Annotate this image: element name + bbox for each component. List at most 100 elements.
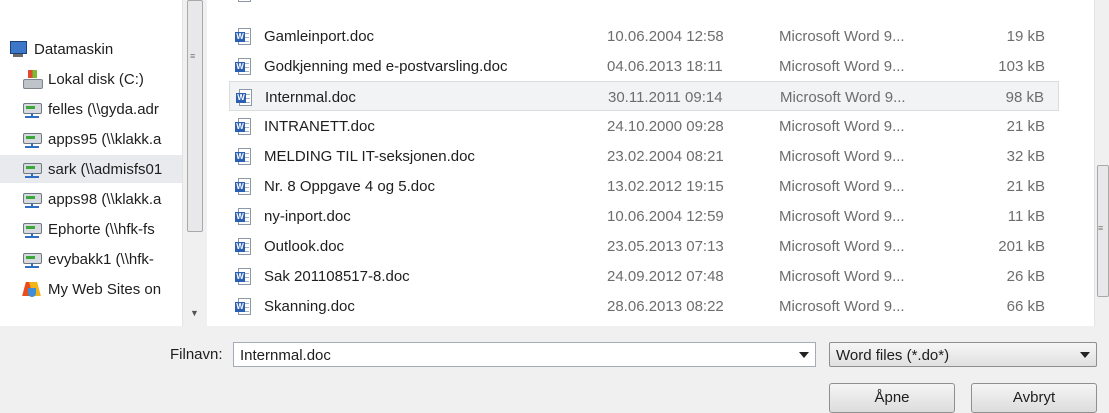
file-name: INTRANETT.doc <box>264 118 375 135</box>
file-type: Microsoft Word 9... <box>779 238 905 255</box>
word-document-icon: W <box>235 238 251 256</box>
local-disk-icon <box>22 70 43 89</box>
nav-item[interactable]: evybakk1 (\\hfk- <box>0 245 182 273</box>
nav-item[interactable]: Lokal disk (C:) <box>0 65 182 93</box>
file-browser-pane: Datamaskin Lokal disk (C:) felles (\\gyda.… <box>0 0 1109 326</box>
file-date: 10.06.2004 12:59 <box>607 208 724 225</box>
file-name: Internmal.doc <box>265 89 356 106</box>
file-date: 23.02.2004 08:21 <box>607 148 724 165</box>
table-row-partial[interactable]: W <box>229 0 1059 8</box>
table-row[interactable]: W Godkjenning med e-postvarsling.doc 04.06… <box>229 51 1059 81</box>
nav-item-label: felles (\\gyda.adr <box>48 100 159 118</box>
file-type: Microsoft Word 9... <box>779 58 905 75</box>
file-name: Sak 201108517-8.doc <box>264 268 410 285</box>
file-date: 04.06.2013 18:11 <box>607 58 723 75</box>
file-size: 19 kB <box>1006 28 1045 45</box>
word-document-icon: W <box>235 208 251 226</box>
nav-item[interactable]: My Web Sites on <box>0 275 182 303</box>
nav-item-label: sark (\\admisfs01 <box>48 160 163 178</box>
file-type: Microsoft Word 9... <box>779 148 905 165</box>
cancel-button[interactable]: Avbryt <box>971 383 1097 413</box>
file-list-scrollbar[interactable]: ≡ <box>1094 0 1109 326</box>
file-type: Microsoft Word 9... <box>779 268 905 285</box>
file-name: Skanning.doc <box>264 298 355 315</box>
file-date: 28.06.2013 08:22 <box>607 298 724 315</box>
table-row[interactable]: W INTRANETT.doc 24.10.2000 09:28 Microsoft … <box>229 111 1059 141</box>
file-name: MELDING TIL IT-seksjonen.doc <box>264 148 475 165</box>
chevron-down-icon[interactable] <box>1080 352 1090 358</box>
file-list: WWGamleinport.doc10.06.2004 12:58Microso… <box>209 0 1094 326</box>
nav-item[interactable]: felles (\\gyda.adr <box>0 95 182 123</box>
filename-input[interactable]: Internmal.doc <box>240 347 331 364</box>
table-row[interactable]: W Nr. 8 Oppgave 4 og 5.doc 13.02.2012 19:1… <box>229 171 1059 201</box>
table-row[interactable]: W Skanning.doc 28.06.2013 08:22 Microsoft W… <box>229 291 1059 321</box>
file-size: 201 kB <box>998 238 1045 255</box>
nav-item-label: apps95 (\\klakk.a <box>48 130 162 148</box>
network-drive-icon <box>22 190 42 208</box>
file-size: 98 kB <box>1005 89 1044 106</box>
nav-item-label: apps98 (\\klakk.a <box>48 190 162 208</box>
file-date: 24.10.2000 09:28 <box>607 118 724 135</box>
file-date: 23.05.2013 07:13 <box>607 238 724 255</box>
word-document-icon: W <box>235 0 251 3</box>
nav-scrollbar-thumb[interactable] <box>187 0 203 232</box>
file-size: 21 kB <box>1006 118 1045 135</box>
file-type: Microsoft Word 9... <box>779 298 905 315</box>
file-type: Microsoft Word 9... <box>779 118 905 135</box>
nav-item-label: Datamaskin <box>34 40 114 58</box>
table-row[interactable]: Wny-inport.doc 10.06.2004 12:59 Microsoft … <box>229 201 1059 231</box>
filetype-select[interactable]: Word files (*.do*) <box>829 342 1097 367</box>
file-size: 21 kB <box>1006 178 1045 195</box>
word-document-icon: W <box>235 118 251 136</box>
file-type: Microsoft Word 9... <box>780 89 906 106</box>
open-button[interactable]: Åpne <box>829 383 955 413</box>
table-row[interactable]: W MELDING TIL IT-seksjonen.doc 23.02.2004 … <box>229 141 1059 171</box>
network-drive-icon <box>22 220 42 238</box>
filename-combobox[interactable]: Internmal.doc <box>233 342 816 367</box>
network-drive-icon <box>22 250 42 268</box>
filetype-value: Word files (*.do*) <box>836 347 950 364</box>
file-name: Gamleinport.doc <box>264 28 375 45</box>
scroll-down-arrow-icon[interactable]: ▼ <box>190 308 199 318</box>
word-document-icon: W <box>235 178 251 196</box>
network-drive-icon <box>22 100 42 118</box>
file-size: 103 kB <box>998 58 1045 75</box>
table-row[interactable]: W Sak 201108517-8.doc 24.09.2012 07:48 Micr… <box>229 261 1059 291</box>
table-row[interactable]: W Outlook.doc 23.05.2013 07:13 Microsoft Wo… <box>229 231 1059 261</box>
nav-item[interactable]: Ephorte (\\hfk-fs <box>0 215 182 243</box>
computer-icon <box>8 40 28 58</box>
nav-item-label: evybakk1 (\\hfk- <box>48 250 154 268</box>
file-date: 13.02.2012 19:15 <box>607 178 724 195</box>
file-size: 11 kB <box>1007 208 1045 225</box>
network-drive-icon <box>22 160 42 178</box>
file-size: 66 kB <box>1006 298 1045 315</box>
file-size: 32 kB <box>1006 148 1045 165</box>
word-document-icon: W <box>235 28 251 46</box>
network-drive-icon <box>22 130 42 148</box>
nav-item[interactable]: apps98 (\\klakk.a <box>0 185 182 213</box>
file-name: Godkjenning med e-postvarsling.doc <box>264 58 508 75</box>
word-document-icon: W <box>235 268 251 286</box>
file-type: Microsoft Word 9... <box>779 208 905 225</box>
table-row[interactable]: W Internmal.doc 30.11.2011 09:14 Microsoft … <box>229 81 1059 111</box>
file-date: 30.11.2011 09:14 <box>608 89 723 106</box>
file-type: Microsoft Word 9... <box>779 28 905 45</box>
web-sites-icon <box>22 280 42 298</box>
nav-item-label: Lokal disk (C:) <box>48 70 144 88</box>
table-row[interactable]: W Gamleinport.doc 10.06.2004 12:58 Microsof… <box>229 21 1059 51</box>
file-name: Outlook.doc <box>264 238 345 255</box>
word-document-icon: W <box>235 58 251 76</box>
nav-item[interactable]: apps95 (\\klakk.a <box>0 125 182 153</box>
filename-label: Filnavn: <box>170 346 223 363</box>
grip-icon: ≡ <box>1098 223 1104 233</box>
word-document-icon: W <box>235 298 251 316</box>
nav-scrollbar[interactable]: ≡ ▼ <box>182 0 207 326</box>
word-document-icon: W <box>235 148 251 166</box>
file-type: Microsoft Word 9... <box>779 178 905 195</box>
chevron-down-icon[interactable] <box>799 352 809 358</box>
nav-item[interactable]: Datamaskin <box>0 35 182 63</box>
nav-item-label: Ephorte (\\hfk-fs <box>48 220 155 238</box>
file-date: 10.06.2004 12:58 <box>607 28 724 45</box>
file-size: 26 kB <box>1006 268 1045 285</box>
nav-item[interactable]: sark (\\admisfs01 <box>0 155 182 183</box>
